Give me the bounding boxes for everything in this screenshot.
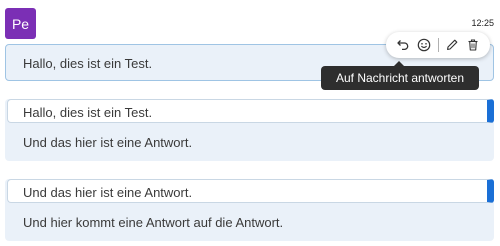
message-text: Und hier kommt eine Antwort auf die Antw… — [23, 215, 284, 230]
message-actions-toolbar — [386, 32, 490, 58]
reply-tooltip: Auf Nachricht antworten — [321, 61, 479, 90]
trash-icon — [468, 39, 478, 51]
toolbar-divider — [437, 38, 439, 52]
emoji-icon — [417, 38, 431, 52]
reply-icon — [396, 40, 408, 51]
avatar[interactable]: Pe — [5, 8, 36, 39]
message-timestamp: 12:25 — [471, 18, 494, 28]
reply-button[interactable] — [392, 35, 413, 55]
reply-message[interactable]: Und das hier ist eine Antwort. Und hier … — [5, 179, 494, 241]
delete-button[interactable] — [463, 35, 484, 55]
message-text: Hallo, dies ist ein Test. — [23, 56, 153, 71]
add-reaction-button[interactable] — [413, 35, 434, 55]
message-text: Und das hier ist eine Antwort. — [23, 135, 193, 150]
edit-icon — [447, 39, 458, 50]
quoted-message[interactable]: Und das hier ist eine Antwort. — [7, 179, 494, 203]
edit-button[interactable] — [442, 35, 463, 55]
quoted-message[interactable]: Hallo, dies ist ein Test. — [7, 99, 494, 123]
reply-message[interactable]: Hallo, dies ist ein Test. Und das hier i… — [5, 99, 494, 161]
